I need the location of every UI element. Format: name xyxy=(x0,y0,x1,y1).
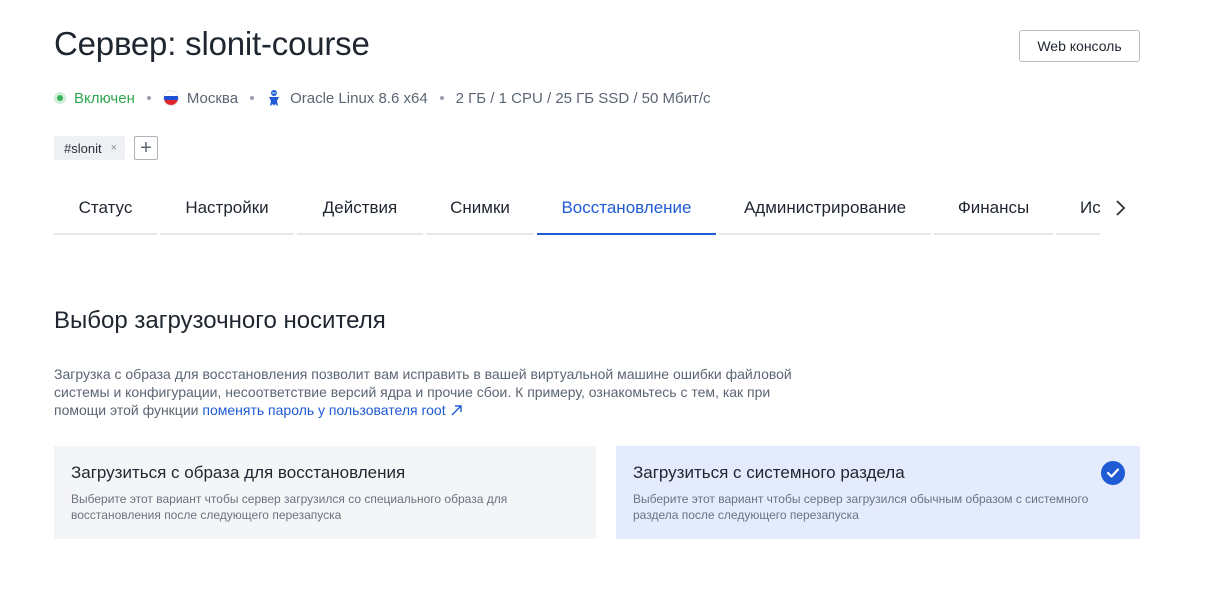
server-os: Oracle Linux 8.6 x64 xyxy=(266,89,428,107)
tag-row: #slonit × + xyxy=(54,136,159,160)
tab-snapshots[interactable]: Снимки xyxy=(426,183,534,235)
option-description: Выберите этот вариант чтобы сервер загру… xyxy=(71,492,508,522)
check-circle-icon xyxy=(1101,461,1125,485)
tab-bar: Статус Настройки Действия Снимки Восстан… xyxy=(54,183,1100,235)
server-status: Включен xyxy=(54,90,135,107)
change-root-password-link[interactable]: поменять пароль у пользователя root xyxy=(202,402,462,418)
tag-chip[interactable]: #slonit × xyxy=(54,136,126,160)
section-description: Загрузка с образа для восстановления поз… xyxy=(54,365,814,419)
server-location: Москва xyxy=(162,89,239,107)
meta-separator xyxy=(146,96,151,100)
oracle-linux-icon xyxy=(269,90,280,106)
russia-flag-icon xyxy=(162,90,179,106)
status-text: Включен xyxy=(74,89,135,107)
tab-finance[interactable]: Финансы xyxy=(934,183,1053,235)
tab-actions[interactable]: Действия xyxy=(297,183,423,235)
tab-status[interactable]: Статус xyxy=(54,183,157,235)
boot-option-recovery-image[interactable]: Загрузиться с образа для восстановления … xyxy=(54,446,596,539)
tabs-scroll-right-button[interactable] xyxy=(1108,193,1132,223)
os-text: Oracle Linux 8.6 x64 xyxy=(290,89,428,107)
page-title: Сервер: slonit-course xyxy=(54,25,370,62)
web-console-button[interactable]: Web консоль xyxy=(1019,30,1140,62)
meta-separator xyxy=(439,96,444,100)
add-tag-button[interactable]: + xyxy=(134,136,159,160)
status-dot-icon xyxy=(54,92,66,104)
chevron-right-icon xyxy=(1116,200,1126,216)
tab-administration[interactable]: Администрирование xyxy=(719,183,931,235)
location-text: Москва xyxy=(186,89,239,107)
option-title: Загрузиться с системного раздела xyxy=(633,463,905,482)
option-title: Загрузиться с образа для восстановления xyxy=(71,463,406,482)
option-description: Выберите этот вариант чтобы сервер загру… xyxy=(633,492,1089,522)
boot-option-system-partition[interactable]: Загрузиться с системного раздела Выберит… xyxy=(616,446,1140,539)
tag-label: #slonit xyxy=(64,140,102,156)
server-specs: 2 ГБ / 1 CPU / 25 ГБ SSD / 50 Мбит/с xyxy=(455,89,711,107)
server-meta: Включен Москва Oracle Linux 8.6 x64 2 ГБ… xyxy=(54,87,711,109)
tab-recovery[interactable]: Восстановление xyxy=(537,183,716,235)
tag-remove-icon[interactable]: × xyxy=(111,142,117,154)
link-text: поменять пароль у пользователя root xyxy=(202,402,446,418)
tab-settings[interactable]: Настройки xyxy=(160,183,294,235)
tab-history[interactable]: История xyxy=(1056,183,1100,235)
section-title: Выбор загрузочного носителя xyxy=(54,307,386,334)
meta-separator xyxy=(250,96,255,100)
external-link-icon xyxy=(451,405,462,416)
